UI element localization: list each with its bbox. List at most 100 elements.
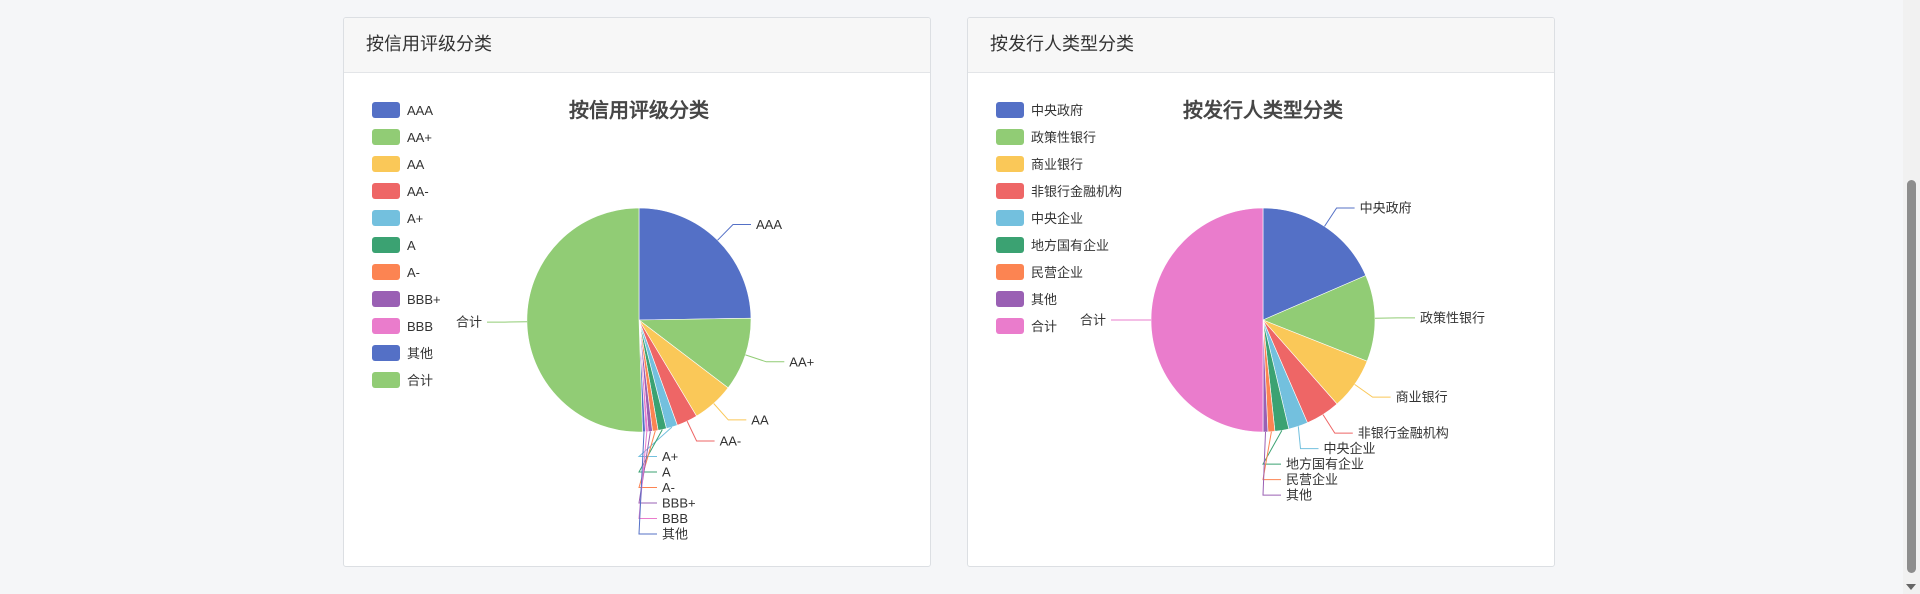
legend-swatch xyxy=(372,102,400,118)
panel-header: 按信用评级分类 xyxy=(344,18,930,73)
legend-item[interactable]: AA xyxy=(372,156,425,172)
legend-label: 地方国有企业 xyxy=(1031,238,1109,253)
credit-rating-panel: 按信用评级分类 按信用评级分类 AAA AA+ AA AA- A+ A A- BBB+ BBB 其他… xyxy=(343,17,931,567)
legend-swatch xyxy=(996,102,1024,118)
slice-label: 其他 xyxy=(1286,488,1312,503)
vertical-scrollbar[interactable] xyxy=(1903,0,1920,594)
legend-label: 其他 xyxy=(407,346,433,361)
legend-swatch xyxy=(996,210,1024,226)
legend-label: 中央政府 xyxy=(1031,103,1083,118)
legend-item[interactable]: 地方国有企业 xyxy=(996,237,1109,253)
legend-item[interactable]: 其他 xyxy=(996,291,1057,307)
legend-swatch xyxy=(996,237,1024,253)
legend-label: 政策性银行 xyxy=(1031,130,1096,145)
label-leader-line xyxy=(1297,426,1319,450)
legend-item[interactable]: A xyxy=(372,237,416,253)
legend-item[interactable]: BBB xyxy=(372,318,433,334)
label-leader-line xyxy=(713,403,747,421)
chart-area: 按信用评级分类 AAA AA+ AA AA- A+ A A- BBB+ BBB 其他 合计 AAA AA+… xyxy=(344,73,930,566)
chart-area: 按发行人类型分类 中央政府 政策性银行 商业银行 非银行金融机构 中央企业 地方国有企业 民营… xyxy=(968,73,1554,566)
slice-label: 商业银行 xyxy=(1396,390,1448,405)
legend-label: 非银行金融机构 xyxy=(1031,184,1122,199)
scrollbar-thumb[interactable] xyxy=(1907,180,1916,573)
legend-item[interactable]: BBB+ xyxy=(372,291,441,307)
legend-swatch xyxy=(372,345,400,361)
slice-label: BBB xyxy=(662,511,688,526)
panel-header: 按发行人类型分类 xyxy=(968,18,1554,73)
legend-item[interactable]: 政策性银行 xyxy=(996,129,1096,145)
legend-label: 合计 xyxy=(407,373,433,388)
legend-item[interactable]: 其他 xyxy=(372,345,433,361)
legend-label: A- xyxy=(407,265,420,280)
legend-label: BBB xyxy=(407,319,433,334)
slice-label: BBB+ xyxy=(662,496,696,511)
label-leader-line xyxy=(1354,383,1391,398)
legend-swatch xyxy=(996,291,1024,307)
legend-label: A xyxy=(407,238,416,253)
slice-label: AAA xyxy=(756,217,782,232)
slice-label: 其他 xyxy=(662,527,688,542)
legend-label: AA xyxy=(407,157,425,172)
legend-label: 中央企业 xyxy=(1031,211,1083,226)
legend-swatch xyxy=(996,129,1024,145)
slice-label: 非银行金融机构 xyxy=(1358,426,1449,441)
legend-item[interactable]: 商业银行 xyxy=(996,156,1083,172)
scroll-down-arrow-icon[interactable] xyxy=(1906,584,1916,590)
legend-swatch xyxy=(996,183,1024,199)
label-leader-line xyxy=(686,420,715,442)
legend-label: BBB+ xyxy=(407,292,441,307)
legend-item[interactable]: 民营企业 xyxy=(996,264,1083,280)
legend-swatch xyxy=(996,156,1024,172)
legend-item[interactable]: A- xyxy=(372,264,420,280)
credit-rating-pie-chart: 按信用评级分类AAAAA+AAAA-A+AA-BBB+BBB其他合计AAAAA+… xyxy=(372,98,814,542)
chart-title: 按发行人类型分类 xyxy=(1183,98,1343,122)
legend-label: AA- xyxy=(407,184,429,199)
slice-label: AA- xyxy=(720,434,742,449)
legend-swatch xyxy=(372,372,400,388)
label-leader-line xyxy=(745,354,785,363)
slice-label: AA xyxy=(751,412,769,427)
legend-swatch xyxy=(996,264,1024,280)
slice-label: 中央政府 xyxy=(1360,201,1412,216)
slice-label: 合计 xyxy=(1080,313,1106,328)
legend-label: 商业银行 xyxy=(1031,157,1083,172)
label-leader-line xyxy=(717,224,751,241)
legend-item[interactable]: AAA xyxy=(372,102,433,118)
slice-label: A+ xyxy=(662,449,678,464)
legend-swatch xyxy=(372,210,400,226)
legend-item[interactable]: 中央企业 xyxy=(996,210,1083,226)
legend-swatch xyxy=(996,318,1024,334)
legend-swatch xyxy=(372,156,400,172)
legend-item[interactable]: AA- xyxy=(372,183,429,199)
legend-label: 民营企业 xyxy=(1031,265,1083,280)
legend-swatch xyxy=(372,129,400,145)
legend-swatch xyxy=(372,318,400,334)
legend-label: 合计 xyxy=(1031,319,1057,334)
issuer-type-panel: 按发行人类型分类 按发行人类型分类 中央政府 政策性银行 商业银行 非银行金融机构 中央企… xyxy=(967,17,1555,567)
legend-item[interactable]: 合计 xyxy=(996,318,1057,334)
slice-label: AA+ xyxy=(789,354,814,369)
legend-label: AA+ xyxy=(407,130,432,145)
legend-item[interactable]: 中央政府 xyxy=(996,102,1083,118)
chart-title: 按信用评级分类 xyxy=(569,98,709,122)
slice-label: A- xyxy=(662,480,675,495)
pie-slice[interactable] xyxy=(526,207,643,433)
legend-label: A+ xyxy=(407,211,423,226)
legend-item[interactable]: 非银行金融机构 xyxy=(996,183,1122,199)
legend-swatch xyxy=(372,183,400,199)
legend-swatch xyxy=(372,264,400,280)
slice-label: 中央企业 xyxy=(1324,441,1376,456)
legend-item[interactable]: 合计 xyxy=(372,372,433,388)
legend-swatch xyxy=(372,237,400,253)
slice-label: 政策性银行 xyxy=(1420,310,1485,325)
legend-item[interactable]: A+ xyxy=(372,210,423,226)
legend-item[interactable]: AA+ xyxy=(372,129,432,145)
issuer-type-pie-chart: 按发行人类型分类中央政府政策性银行商业银行非银行金融机构中央企业地方国有企业民营… xyxy=(996,98,1485,503)
slice-label: 合计 xyxy=(456,315,482,330)
legend-swatch xyxy=(372,291,400,307)
pie-slice[interactable] xyxy=(1150,207,1264,433)
label-leader-line xyxy=(1324,207,1355,227)
slice-label: A xyxy=(662,465,671,480)
slice-label: 地方国有企业 xyxy=(1286,457,1364,472)
legend-label: 其他 xyxy=(1031,292,1057,307)
